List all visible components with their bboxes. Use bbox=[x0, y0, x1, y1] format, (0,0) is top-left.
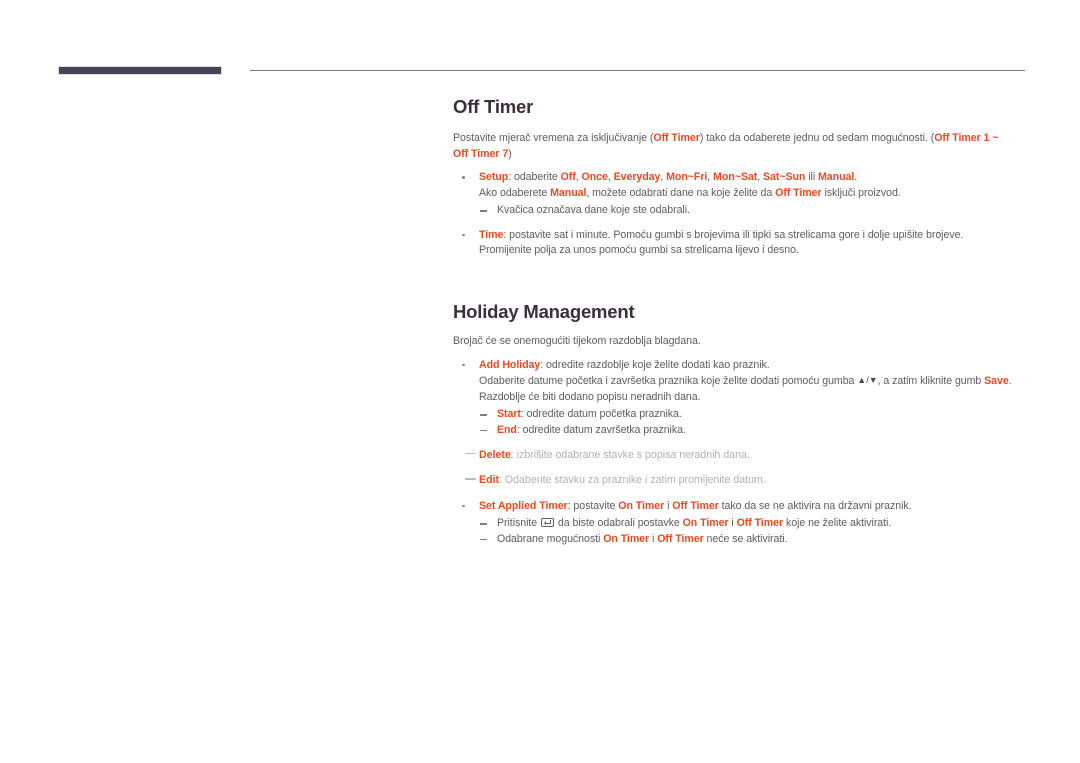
text-run: tako da se ne aktivira na državni prazni… bbox=[718, 499, 912, 512]
sub-bullet-list: Pritisnite da biste odabrali postavke On… bbox=[479, 516, 1013, 548]
text-run: i bbox=[728, 517, 737, 530]
page-title-off-timer: Off Timer bbox=[453, 96, 534, 117]
arrows-up-down-icon: ▲/▼ bbox=[857, 375, 878, 386]
bullet-dot-icon bbox=[462, 176, 465, 179]
off-timer-intro-paragraph: Postavite mjerač vremena za isključivanj… bbox=[453, 131, 1013, 162]
text-run: ) tako da odaberete jednu od sedam moguć… bbox=[699, 132, 935, 145]
text-run: , a zatim kliknite gumb bbox=[877, 375, 985, 388]
text-run: i bbox=[649, 533, 658, 546]
sub-bullet-list: Start: odredite datum početka praznika. E… bbox=[479, 407, 1013, 439]
text-run: Ako odaberete bbox=[479, 186, 551, 199]
sub-bullet-dash-icon bbox=[480, 539, 487, 541]
sub-bullet-list: Kvačica označava dane koje ste odabrali. bbox=[479, 203, 1013, 219]
sub-bullet-item: End: odredite datum završetka praznika. bbox=[479, 423, 1013, 439]
ui-term-highlight: Off Timer bbox=[657, 533, 704, 546]
ui-term-highlight: Off Timer bbox=[736, 517, 784, 530]
ui-term-highlight: Add Holiday bbox=[479, 358, 541, 371]
set-applied-timer-bullet-list: Set Applied Timer: postavite On Timer i … bbox=[453, 499, 1013, 548]
bullet-line: Ako odaberete Manual, možete odabrati da… bbox=[479, 186, 1013, 202]
bullet-line: Setup: odaberite Off, Once, Everyday, Mo… bbox=[479, 170, 1013, 186]
text-run: . bbox=[1008, 375, 1012, 388]
ui-term-highlight: Off bbox=[560, 171, 576, 184]
ui-term-highlight: Edit bbox=[479, 474, 500, 487]
text-run: ili bbox=[805, 171, 819, 184]
bullet-line: Set Applied Timer: postavite On Timer i … bbox=[479, 499, 1013, 515]
ui-term-highlight: Set Applied Timer bbox=[479, 499, 568, 512]
text-run: : Odaberite stavku za praznike i zatim p… bbox=[499, 474, 766, 487]
ui-term-highlight: On Timer bbox=[682, 517, 729, 530]
bullet-dot-icon bbox=[462, 363, 465, 367]
ui-term-highlight: Mon~Sat bbox=[713, 171, 758, 184]
text-run: koje ne želite aktivirati. bbox=[783, 517, 892, 530]
enter-key-icon bbox=[541, 517, 555, 528]
bullet-item: Set Applied Timer: postavite On Timer i … bbox=[453, 499, 1013, 548]
off-timer-bullet-list: Setup: odaberite Off, Once, Everyday, Mo… bbox=[453, 170, 1013, 259]
text-run: Odaberite datume početka i završetka pra… bbox=[479, 375, 858, 388]
ui-term-highlight: Start bbox=[497, 408, 521, 421]
text-run: : postavite bbox=[567, 499, 619, 512]
bullet-line: Add Holiday: odredite razdoblje koje žel… bbox=[479, 358, 1013, 374]
text-run: isključi proizvod. bbox=[821, 186, 901, 199]
ui-term-highlight: End bbox=[497, 423, 517, 436]
ui-term-highlight: On Timer bbox=[603, 533, 650, 546]
page-title-holiday-management: Holiday Management bbox=[453, 300, 635, 322]
ui-term-highlight: Time bbox=[479, 228, 504, 241]
sub-bullet-item: Kvačica označava dane koje ste odabrali. bbox=[479, 203, 1013, 219]
ui-term-highlight: Once bbox=[581, 171, 608, 184]
sub-bullet-item: Odabrane mogućnosti On Timer i Off Timer… bbox=[479, 532, 1013, 548]
sub-bullet-dash-icon bbox=[480, 429, 487, 432]
text-run: : postavite sat i minute. Pomoću gumbi s… bbox=[479, 228, 964, 257]
faded-item-row: Edit: Odaberite stavku za praznike i zat… bbox=[453, 473, 1013, 489]
holiday-management-faded-rows: Delete: izbrišite odabrane stavke s popi… bbox=[453, 448, 1013, 489]
bullet-dot-icon bbox=[462, 504, 465, 508]
ui-term-highlight: Setup bbox=[479, 171, 509, 184]
ui-term-highlight: Delete bbox=[479, 448, 511, 461]
faded-item-row: Delete: izbrišite odabrane stavke s popi… bbox=[453, 448, 1013, 464]
ui-term-highlight: Everyday bbox=[613, 171, 661, 184]
text-run: ) bbox=[508, 147, 512, 160]
ui-term-highlight: Off Timer bbox=[653, 132, 700, 145]
text-run: Kvačica označava dane koje ste odabrali. bbox=[497, 204, 690, 217]
sub-bullet-item: Pritisnite da biste odabrali postavke On… bbox=[479, 516, 1013, 532]
text-run: Razdoblje će biti dodano popisu neradnih… bbox=[479, 390, 701, 403]
text-run: , možete odabrati dane na koje želite da bbox=[586, 186, 776, 199]
ui-term-highlight: Sat~Sun bbox=[762, 171, 806, 184]
sub-bullet-dash-icon bbox=[480, 210, 487, 212]
document-content: Off Timer Postavite mjerač vremena za is… bbox=[453, 96, 1013, 557]
bullet-line: Razdoblje će biti dodano popisu neradnih… bbox=[479, 390, 1013, 406]
ui-term-highlight: Manual bbox=[818, 171, 855, 184]
sub-bullet-item: Start: odredite datum početka praznika. bbox=[479, 407, 1013, 423]
header-divider-rule bbox=[250, 70, 1025, 71]
ui-term-highlight: On Timer bbox=[618, 499, 665, 512]
holiday-management-bullet-list: Add Holiday: odredite razdoblje koje žel… bbox=[453, 358, 1013, 439]
bullet-dot-icon bbox=[462, 233, 465, 237]
bullet-line: Odaberite datume početka i završetka pra… bbox=[479, 373, 1013, 390]
text-run: : odredite datum početka praznika. bbox=[520, 408, 682, 421]
text-run: : odredite razdoblje koje želite dodati … bbox=[540, 358, 770, 371]
ui-term-highlight: Off Timer bbox=[672, 499, 719, 512]
sub-bullet-dash-icon bbox=[480, 414, 487, 416]
text-run: : odredite datum završetka praznika. bbox=[516, 423, 686, 436]
bullet-item: Setup: odaberite Off, Once, Everyday, Mo… bbox=[453, 170, 1013, 219]
bullet-item: Time: postavite sat i minute. Pomoću gum… bbox=[453, 228, 1013, 259]
holiday-management-intro-paragraph: Brojač će se onemogućiti tijekom razdobl… bbox=[453, 335, 701, 348]
faded-dash-icon bbox=[465, 478, 476, 480]
text-run: Postavite mjerač vremena za isključivanj… bbox=[453, 132, 654, 145]
text-run: . bbox=[854, 171, 858, 184]
ui-term-highlight: Save bbox=[984, 375, 1009, 388]
faded-dash-icon bbox=[465, 452, 476, 455]
sub-bullet-dash-icon bbox=[480, 523, 487, 525]
text-run: Pritisnite bbox=[497, 517, 541, 530]
text-run: : izbrišite odabrane stavke s popisa ner… bbox=[510, 448, 750, 461]
page-marker-bar bbox=[58, 66, 222, 75]
text-run: Odabrane mogućnosti bbox=[497, 533, 604, 546]
text-run: : odaberite bbox=[508, 171, 561, 184]
ui-term-highlight: Off Timer bbox=[775, 186, 822, 199]
ui-term-highlight: Mon~Fri bbox=[666, 171, 708, 184]
bullet-line: Time: postavite sat i minute. Pomoću gum… bbox=[479, 228, 1013, 259]
text-run: neće se aktivirati. bbox=[703, 533, 788, 546]
bullet-item: Add Holiday: odredite razdoblje koje žel… bbox=[453, 358, 1013, 439]
ui-term-highlight: Manual bbox=[550, 186, 587, 199]
text-run: da biste odabrali postavke bbox=[555, 517, 683, 530]
